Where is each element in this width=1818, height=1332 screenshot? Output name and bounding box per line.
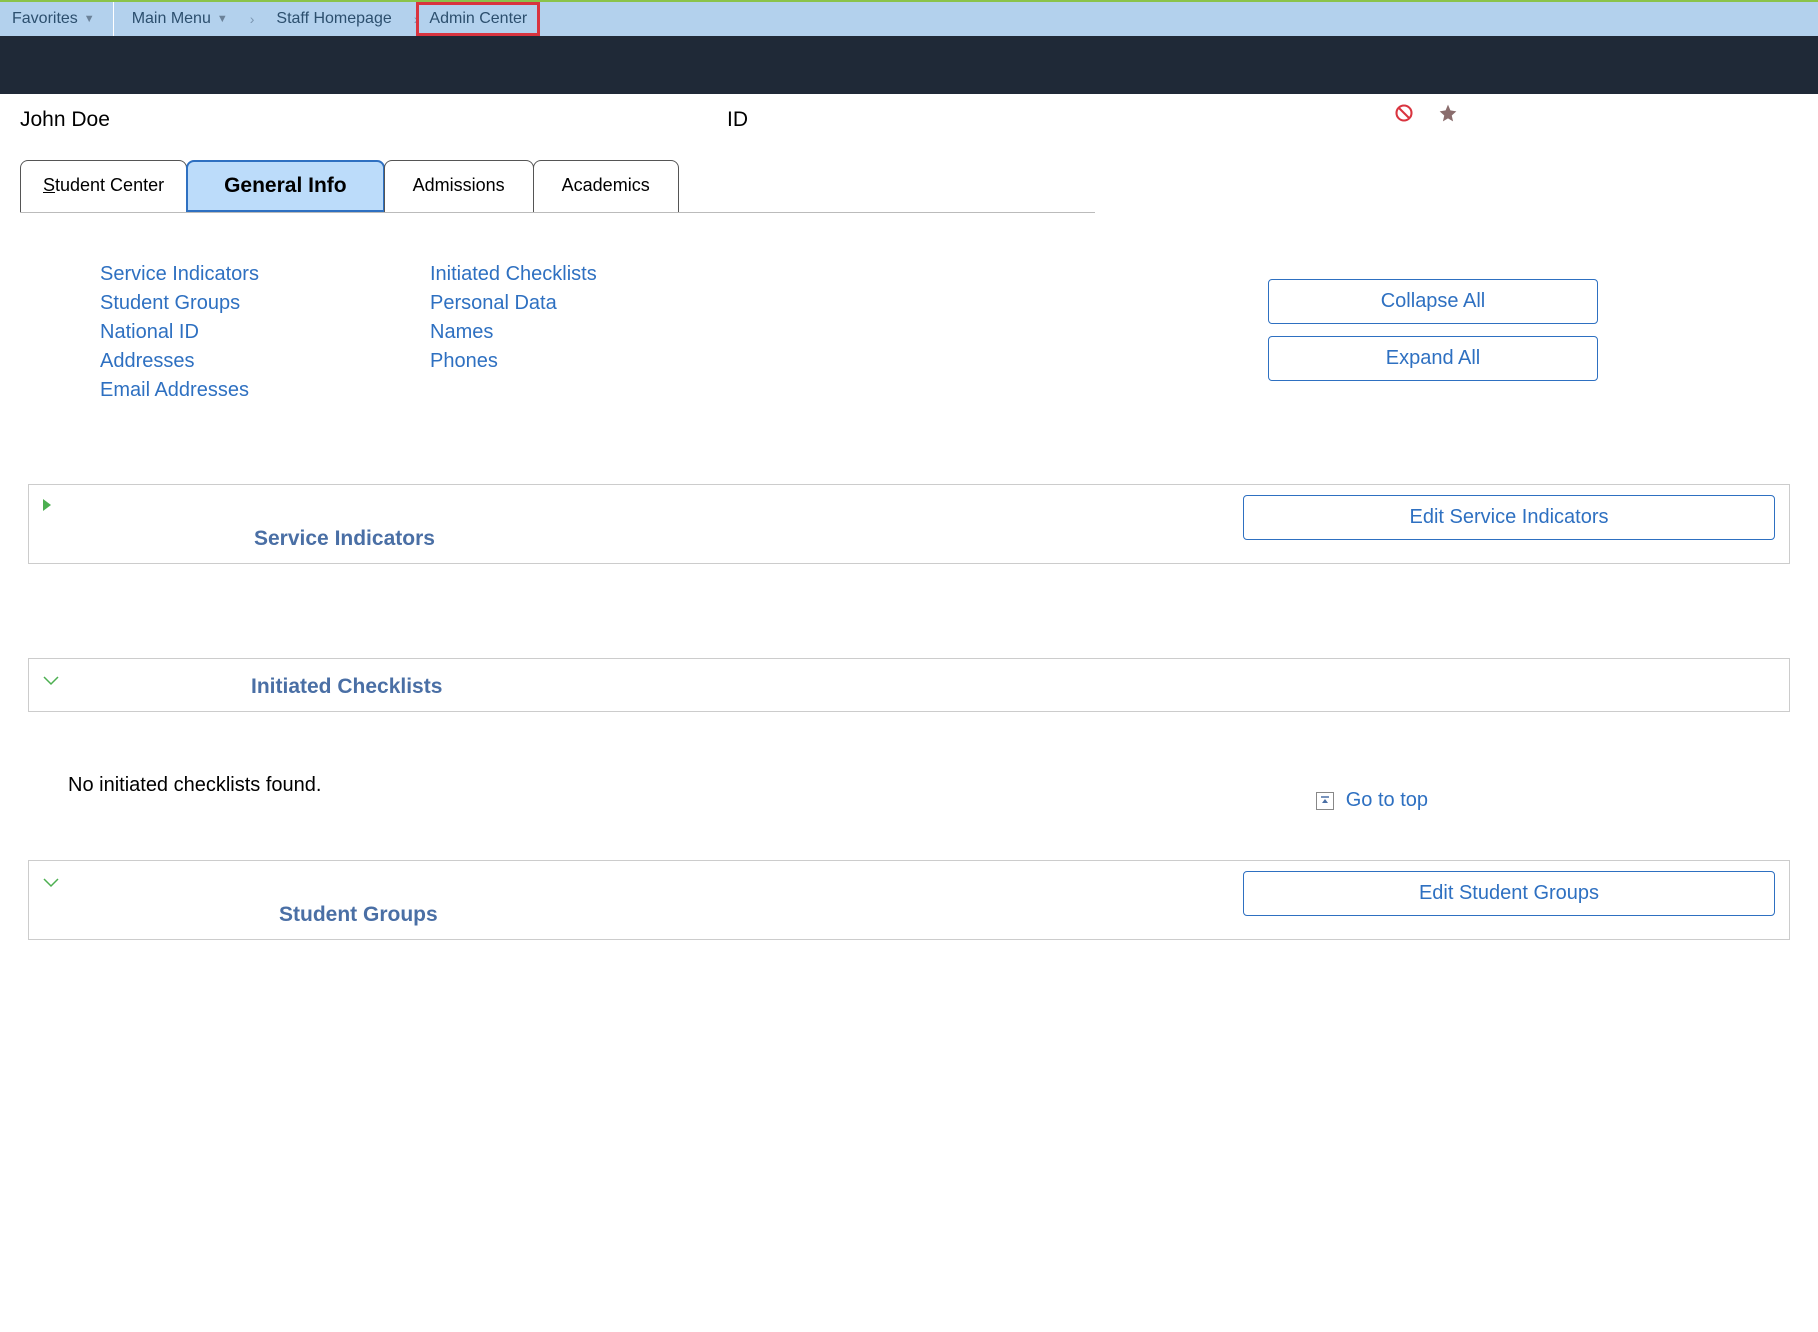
link-phones[interactable]: Phones: [430, 348, 750, 375]
anchor-links-section: Service Indicators Student Groups Nation…: [20, 213, 1798, 444]
tab-academics[interactable]: Academics: [533, 160, 679, 212]
breadcrumb-main-menu-label: Main Menu: [132, 10, 211, 28]
link-names[interactable]: Names: [430, 319, 750, 346]
section-initiated-checklists: Initiated Checklists: [28, 658, 1790, 712]
section-service-indicators: Edit Service Indicators Service Indicato…: [28, 484, 1790, 564]
section-title-initiated-checklists: Initiated Checklists: [29, 659, 1789, 711]
tab-student-center-prefix: S: [43, 175, 55, 195]
link-email-addresses[interactable]: Email Addresses: [100, 377, 420, 404]
student-header: John Doe ID: [20, 108, 1798, 132]
collapse-all-button[interactable]: Collapse All: [1268, 279, 1598, 324]
section-toggle-expanded-icon[interactable]: [43, 673, 59, 691]
link-initiated-checklists[interactable]: Initiated Checklists: [430, 261, 750, 288]
breadcrumb-main-menu[interactable]: Main Menu ▼: [114, 2, 246, 36]
sections-wrap: Edit Service Indicators Service Indicato…: [20, 484, 1798, 940]
tab-general-info-label: General Info: [224, 174, 347, 197]
breadcrumb-staff-homepage-label: Staff Homepage: [276, 10, 391, 28]
goto-top-link[interactable]: Go to top: [1346, 789, 1428, 812]
tab-admissions-label: Admissions: [413, 175, 505, 195]
link-addresses[interactable]: Addresses: [100, 348, 420, 375]
breadcrumb-admin-center-label: Admin Center: [429, 10, 527, 27]
tab-academics-label: Academics: [562, 175, 650, 195]
edit-student-groups-button[interactable]: Edit Student Groups: [1243, 871, 1775, 916]
link-personal-data[interactable]: Personal Data: [430, 290, 750, 317]
favorite-star-icon[interactable]: [1438, 103, 1458, 129]
content-area: John Doe ID Student Center General Info: [0, 94, 1818, 966]
chevron-down-icon: ▼: [84, 13, 95, 25]
links-column-2: Initiated Checklists Personal Data Names…: [430, 261, 750, 404]
student-id-label: ID: [687, 108, 1394, 132]
section-toggle-collapsed-icon[interactable]: [43, 499, 51, 511]
header-icons: [1394, 103, 1798, 129]
service-indicator-negative-icon[interactable]: [1394, 103, 1414, 129]
link-student-groups[interactable]: Student Groups: [100, 290, 420, 317]
tab-student-center-label: tudent Center: [55, 175, 164, 195]
tab-student-center[interactable]: Student Center: [20, 160, 187, 212]
breadcrumb-favorites-label: Favorites: [12, 10, 78, 28]
tabs-container: Student Center General Info Admissions A…: [20, 160, 1095, 213]
expand-all-button[interactable]: Expand All: [1268, 336, 1598, 381]
link-service-indicators[interactable]: Service Indicators: [100, 261, 420, 288]
breadcrumb-separator-icon: ›: [246, 11, 259, 27]
breadcrumb-staff-homepage[interactable]: Staff Homepage: [258, 2, 409, 36]
tab-admissions[interactable]: Admissions: [384, 160, 534, 212]
section-toggle-expanded-icon[interactable]: [43, 875, 59, 893]
edit-service-indicators-button[interactable]: Edit Service Indicators: [1243, 495, 1775, 540]
action-buttons-column: Collapse All Expand All: [1268, 279, 1598, 404]
app-header-dark-bar: [0, 36, 1818, 94]
goto-top-icon[interactable]: [1316, 792, 1334, 810]
chevron-down-icon: ▼: [217, 13, 228, 25]
links-column-1: Service Indicators Student Groups Nation…: [100, 261, 420, 404]
breadcrumb-favorites[interactable]: Favorites ▼: [0, 2, 114, 36]
breadcrumb-bar: Favorites ▼ Main Menu ▼ › Staff Homepage…: [0, 0, 1818, 36]
tab-general-info[interactable]: General Info: [186, 160, 385, 212]
link-national-id[interactable]: National ID: [100, 319, 420, 346]
section-student-groups: Edit Student Groups Student Groups: [28, 860, 1790, 940]
breadcrumb-admin-center-highlighted[interactable]: Admin Center: [416, 2, 540, 36]
student-name: John Doe: [20, 108, 687, 132]
